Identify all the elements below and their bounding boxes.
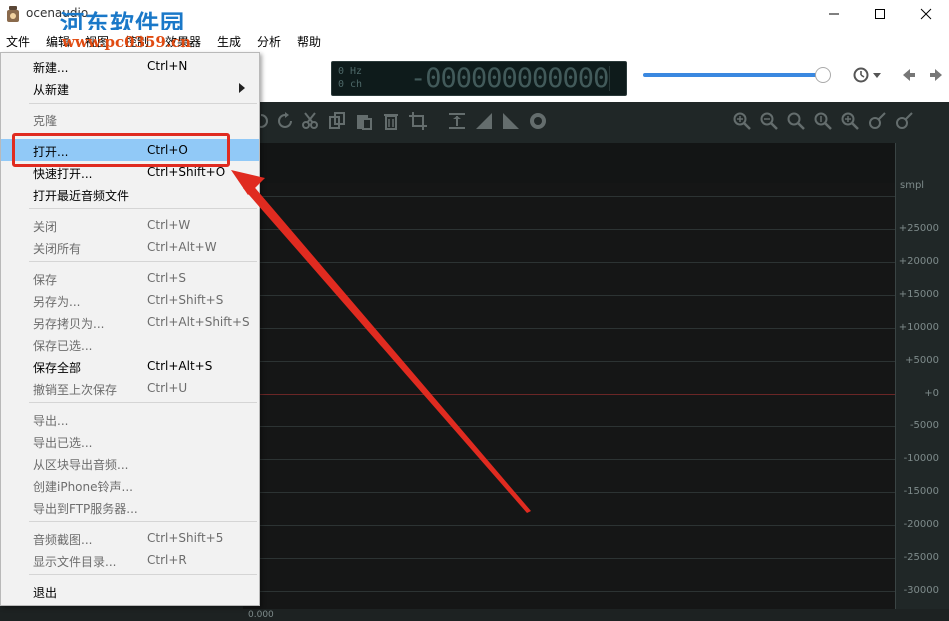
fade-in-icon[interactable] bbox=[475, 112, 493, 130]
grid-line bbox=[243, 295, 895, 296]
grid-line bbox=[243, 361, 895, 362]
menu-analyze[interactable]: 分析 bbox=[257, 33, 281, 50]
menu-export-regions[interactable]: 从区块导出音频... bbox=[1, 452, 259, 474]
menu-save-selection[interactable]: 保存已选... bbox=[1, 333, 259, 355]
menu-separator bbox=[29, 103, 257, 104]
effects-icon[interactable] bbox=[529, 112, 547, 130]
ruler-tick-label: +25000 bbox=[898, 223, 939, 234]
menu-generate[interactable]: 生成 bbox=[217, 33, 241, 50]
grid-line bbox=[243, 262, 895, 263]
grid-line bbox=[243, 426, 895, 427]
ruler-tick-label: +5000 bbox=[905, 355, 939, 366]
grid-line bbox=[243, 525, 895, 526]
ruler-tick-label: -10000 bbox=[903, 453, 939, 464]
zoom-out-icon[interactable] bbox=[760, 112, 778, 130]
menu-clone[interactable]: 克隆 bbox=[1, 108, 259, 130]
menu-revert-to-saved[interactable]: 撤销至上次保存 Ctrl+U bbox=[1, 377, 259, 399]
menu-new[interactable]: 新建... Ctrl+N bbox=[1, 55, 259, 77]
menu-file[interactable]: 文件 bbox=[6, 33, 30, 50]
menu-export-selection[interactable]: 导出已选... bbox=[1, 430, 259, 452]
grid-line bbox=[243, 196, 895, 197]
menu-separator bbox=[29, 574, 257, 575]
menu-save[interactable]: 保存 Ctrl+S bbox=[1, 267, 259, 289]
menu-open-recent[interactable]: 打开最近音频文件 bbox=[1, 183, 259, 205]
back-arrow-icon[interactable] bbox=[902, 68, 916, 82]
grid-line bbox=[243, 229, 895, 230]
menu-close[interactable]: 关闭 Ctrl+W bbox=[1, 214, 259, 236]
file-panel-footer bbox=[0, 604, 243, 621]
channel-readout: 0 ch bbox=[338, 79, 363, 90]
app-icon bbox=[7, 6, 19, 22]
timeline-position: 0.000 bbox=[248, 610, 274, 620]
fade-out-icon[interactable] bbox=[502, 112, 520, 130]
volume-slider[interactable] bbox=[643, 73, 829, 77]
menu-save-all[interactable]: 保存全部 Ctrl+Alt+S bbox=[1, 355, 259, 377]
waveform-area[interactable] bbox=[243, 143, 895, 609]
grid-line bbox=[243, 459, 895, 460]
close-window-button[interactable] bbox=[903, 0, 949, 28]
maximize-icon bbox=[875, 9, 885, 19]
volume-slider-handle[interactable] bbox=[814, 67, 831, 83]
history-icon[interactable] bbox=[852, 66, 882, 84]
menu-help[interactable]: 帮助 bbox=[297, 33, 321, 50]
ruler-tick-label: -15000 bbox=[903, 486, 939, 497]
menu-save-as[interactable]: 另存为... Ctrl+Shift+S bbox=[1, 289, 259, 311]
menu-separator bbox=[29, 261, 257, 262]
zoom-in-icon[interactable] bbox=[733, 112, 751, 130]
amplitude-up-icon[interactable] bbox=[868, 112, 886, 130]
menu-close-all[interactable]: 关闭所有 Ctrl+Alt+W bbox=[1, 236, 259, 258]
time-readout: -000000000000 bbox=[410, 63, 609, 94]
time-display: 0 Hz 0 ch -000000000000 bbox=[331, 61, 627, 96]
zoom-selection-icon[interactable] bbox=[814, 112, 832, 130]
menu-separator bbox=[29, 208, 257, 209]
crop-icon[interactable] bbox=[409, 112, 427, 130]
forward-arrow-icon[interactable] bbox=[929, 68, 943, 82]
ruler-unit: smpl bbox=[900, 180, 925, 191]
minimize-icon bbox=[829, 13, 839, 15]
ruler-tick-label: +15000 bbox=[898, 289, 939, 300]
title-bar: ocenaudio 河东软件园 bbox=[0, 0, 949, 38]
menu-show-in-folder[interactable]: 显示文件目录... Ctrl+R bbox=[1, 549, 259, 571]
copy-icon[interactable] bbox=[328, 112, 346, 130]
ruler-tick-label: -25000 bbox=[903, 552, 939, 563]
cut-icon[interactable] bbox=[301, 112, 319, 130]
menu-save-copy-as[interactable]: 另存拷贝为... Ctrl+Alt+Shift+S bbox=[1, 311, 259, 333]
menu-export[interactable]: 导出... bbox=[1, 408, 259, 430]
zoom-vertical-icon[interactable] bbox=[841, 112, 859, 130]
menu-separator bbox=[29, 402, 257, 403]
menu-export-ftp[interactable]: 导出到FTP服务器... bbox=[1, 496, 259, 518]
delete-icon[interactable] bbox=[382, 112, 400, 130]
close-icon bbox=[920, 8, 932, 20]
sample-rate-readout: 0 Hz bbox=[338, 66, 363, 77]
menu-create-ringtone[interactable]: 创建iPhone铃声... bbox=[1, 474, 259, 496]
menu-audio-snapshot[interactable]: 音频截图... Ctrl+Shift+5 bbox=[1, 527, 259, 549]
timeline-header bbox=[243, 143, 895, 183]
ruler-tick-label: +0 bbox=[924, 388, 939, 399]
normalize-icon[interactable] bbox=[448, 112, 466, 130]
redo-icon[interactable] bbox=[276, 112, 294, 130]
menu-new-from[interactable]: 从新建 bbox=[1, 77, 259, 99]
display-mode-toggle[interactable] bbox=[609, 66, 622, 91]
menu-separator bbox=[29, 521, 257, 522]
ruler-tick-label: +10000 bbox=[898, 322, 939, 333]
maximize-button[interactable] bbox=[857, 0, 903, 28]
grid-line bbox=[243, 558, 895, 559]
grid-line bbox=[243, 591, 895, 592]
annotation-highlight-box bbox=[12, 133, 230, 167]
watermark-url: www.pc0359.cn bbox=[62, 33, 192, 51]
zero-line bbox=[243, 394, 895, 395]
grid-line bbox=[243, 328, 895, 329]
amplitude-ruler bbox=[895, 143, 949, 609]
paste-icon[interactable] bbox=[355, 112, 373, 130]
minimize-button[interactable] bbox=[811, 0, 857, 28]
grid-line bbox=[243, 492, 895, 493]
ruler-tick-label: -5000 bbox=[909, 420, 939, 431]
zoom-fit-icon[interactable] bbox=[787, 112, 805, 130]
ruler-tick-label: -30000 bbox=[903, 585, 939, 596]
ruler-tick-label: -20000 bbox=[903, 519, 939, 530]
ruler-tick-label: +20000 bbox=[898, 256, 939, 267]
menu-exit[interactable]: 退出 bbox=[1, 580, 259, 602]
submenu-arrow-icon bbox=[239, 83, 245, 93]
amplitude-down-icon[interactable] bbox=[895, 112, 913, 130]
